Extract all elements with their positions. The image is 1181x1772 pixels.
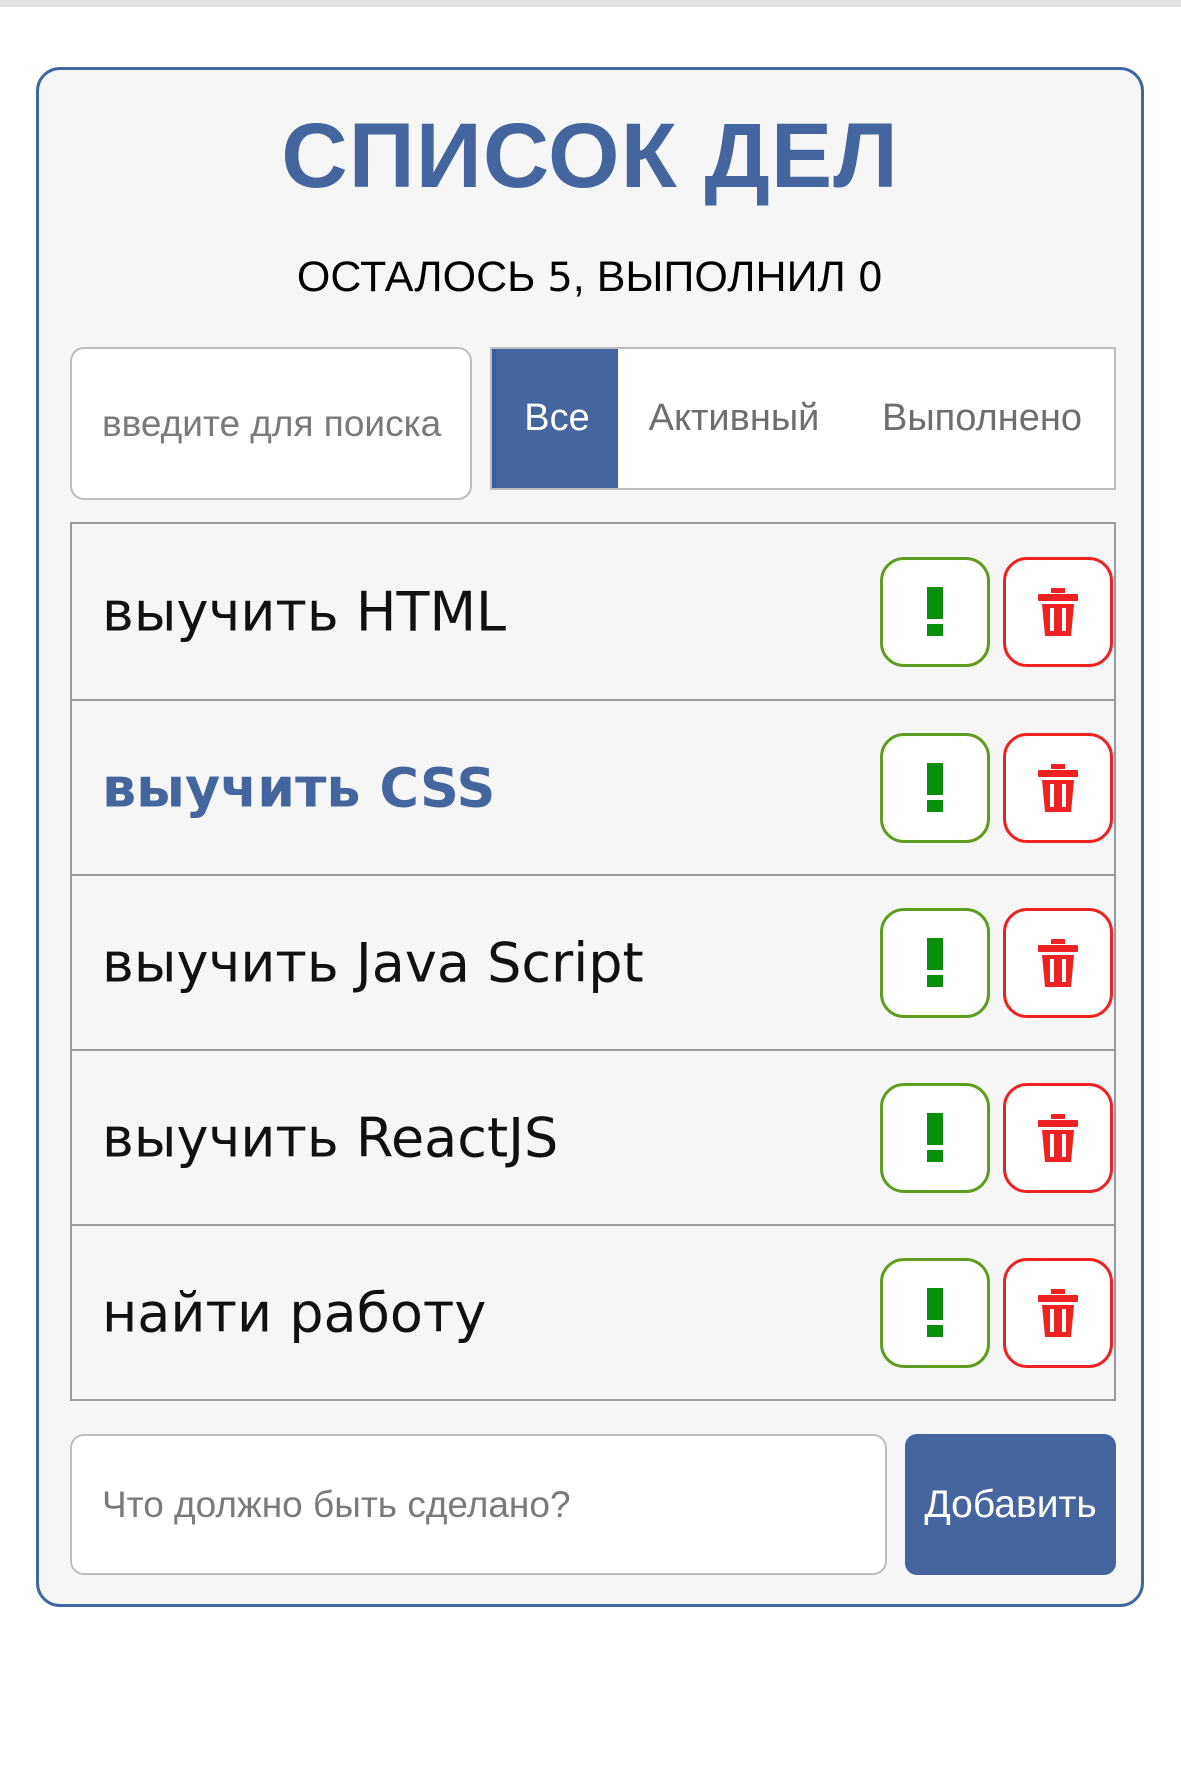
filter-all-button[interactable]: Все: [492, 349, 618, 488]
exclamation-icon: [927, 1112, 943, 1162]
status-done-count: 0: [857, 255, 884, 301]
new-task-input[interactable]: [70, 1434, 887, 1575]
status-separator: ,: [572, 253, 585, 301]
todo-item: выучить CSS: [72, 699, 1114, 874]
status-filter: Все Активный Выполнено: [490, 347, 1116, 490]
add-button[interactable]: Добавить: [905, 1434, 1116, 1575]
filter-done-button[interactable]: Выполнено: [850, 349, 1114, 488]
mark-important-button[interactable]: [880, 732, 990, 843]
todo-label[interactable]: выучить HTML: [102, 580, 506, 643]
todo-label[interactable]: выучить ReactJS: [102, 1106, 558, 1169]
todo-label[interactable]: выучить Java Script: [102, 931, 644, 994]
status-remaining-label: ОСТАЛОСЬ: [296, 253, 536, 301]
delete-button[interactable]: [1003, 556, 1113, 667]
todo-item: выучить Java Script: [72, 874, 1114, 1049]
exclamation-icon: [927, 1287, 943, 1337]
top-divider: [0, 0, 1181, 7]
delete-button[interactable]: [1003, 732, 1113, 843]
exclamation-icon: [927, 762, 943, 812]
todo-label[interactable]: найти работу: [102, 1281, 486, 1344]
delete-button[interactable]: [1003, 1082, 1113, 1193]
filter-active-button[interactable]: Активный: [618, 349, 850, 488]
mark-important-button[interactable]: [880, 1082, 990, 1193]
mark-important-button[interactable]: [880, 907, 990, 1018]
todo-label[interactable]: выучить CSS: [102, 756, 495, 819]
todo-list: выучить HTML выучить CSS выучить Java Sc…: [70, 522, 1116, 1401]
mark-important-button[interactable]: [880, 1257, 990, 1368]
page-title: СПИСОК ДЕЛ: [281, 105, 899, 207]
trash-icon: [1038, 938, 1078, 987]
trash-icon: [1038, 763, 1078, 812]
delete-button[interactable]: [1003, 907, 1113, 1018]
status-remaining-count: 5: [547, 255, 573, 301]
todo-app: СПИСОК ДЕЛ ОСТАЛОСЬ 5, ВЫПОЛНИЛ 0 Все Ак…: [36, 67, 1144, 1607]
trash-icon: [1038, 1288, 1078, 1337]
delete-button[interactable]: [1003, 1257, 1113, 1368]
exclamation-icon: [927, 937, 943, 987]
search-input[interactable]: [70, 347, 472, 500]
status-done-label: ВЫПОЛНИЛ: [596, 253, 846, 301]
mark-important-button[interactable]: [880, 556, 990, 667]
todo-item: найти работу: [72, 1224, 1114, 1399]
trash-icon: [1038, 587, 1078, 636]
todo-item: выучить HTML: [72, 524, 1114, 699]
status-counter: ОСТАЛОСЬ 5, ВЫПОЛНИЛ 0: [39, 253, 1141, 302]
todo-item: выучить ReactJS: [72, 1049, 1114, 1224]
trash-icon: [1038, 1113, 1078, 1162]
exclamation-icon: [927, 586, 943, 636]
